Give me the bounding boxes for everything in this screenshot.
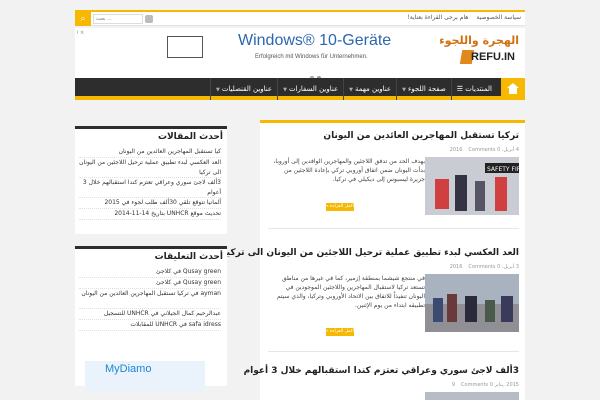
nav-label: عناوين السفارات xyxy=(288,85,339,93)
read-more-button[interactable]: أكمل القراءة » xyxy=(326,203,354,211)
recent-comments-widget: أحدث التعليقات Qusay green في كلاجئ Qusa… xyxy=(75,246,227,391)
recent-posts-widget: أحدث المقالات كيا تستقبل المهاجرين العائ… xyxy=(75,126,227,234)
chevron-down-icon: ▼ xyxy=(215,87,220,93)
post-comments[interactable]: Comments 0 xyxy=(468,147,500,153)
recent-comment-link[interactable]: Qusay green في كلاجئ xyxy=(79,278,221,289)
recent-comment-link[interactable]: safa idress في UNHCR للمقابلات xyxy=(79,320,221,331)
posts-column: تركيا تستقبل المهاجرين العائدين من اليون… xyxy=(223,120,525,400)
sidebar-ad[interactable]: MyDiamo xyxy=(85,361,205,391)
main-nav: المنتديات ☰ صفحة اللجوء▼ عناوين مهمة▼ عن… xyxy=(75,78,525,100)
post-thumbnail[interactable] xyxy=(425,392,519,400)
post-meta: 4 أبريل، 2016Comments 0 xyxy=(444,147,519,153)
ad-subtitle: Erfolgreich mit Windows für Unternehmen. xyxy=(255,54,368,60)
post-comments[interactable]: Comments 0 xyxy=(468,264,500,270)
widget-title: أحدث التعليقات xyxy=(154,252,223,262)
post-title[interactable]: العد العكسي لبدء تطبيق عملية ترحيل اللاج… xyxy=(223,248,519,258)
important-link[interactable]: هام يرجى القراءة بعناية! xyxy=(407,14,468,21)
nav-label: عناوين مهمة xyxy=(355,85,392,93)
sidebar-ad-text: MyDiamo xyxy=(105,363,152,375)
ad-choices-icon[interactable]: i × xyxy=(77,30,84,36)
recent-comment-link[interactable]: Qusay green في كلاجئ xyxy=(79,267,221,278)
top-bar: ⌕ سياسة الخصوصية هام يرجى القراءة بعناية… xyxy=(75,10,525,26)
post-thumbnail[interactable] xyxy=(425,274,519,332)
chevron-down-icon: ▼ xyxy=(283,87,287,93)
ad-image[interactable] xyxy=(167,36,203,58)
post-title[interactable]: تركيا تستقبل المهاجرين العائدين من اليون… xyxy=(323,131,519,141)
nav-forums[interactable]: المنتديات ☰ xyxy=(450,78,497,100)
logo-latin-text: REFU.IN xyxy=(471,51,515,63)
nav-consulates[interactable]: عناوين القنصليات▼ xyxy=(209,78,277,100)
post-item: العد العكسي لبدء تطبيق عملية ترحيل اللاج… xyxy=(223,248,519,343)
post-thumbnail[interactable]: SAFETY FIRST xyxy=(425,157,519,215)
nav-label: عناوين القنصليات xyxy=(221,85,273,93)
post-excerpt: بهدف الحد من تدفق اللاجئين والمهاجرين ال… xyxy=(273,158,425,183)
search-input[interactable] xyxy=(93,14,143,24)
post-excerpt: في منتجع شيشما بمنطقة إزمير، كما في غيره… xyxy=(276,275,425,309)
site-header: i × Windows® 10-Geräte Erfolgreich mit W… xyxy=(75,28,525,80)
rss-icon[interactable] xyxy=(145,15,153,23)
nav-label: المنتديات xyxy=(465,85,492,93)
svg-text:SAFETY FIRST: SAFETY FIRST xyxy=(487,166,519,173)
chevron-down-icon: ▼ xyxy=(349,87,354,93)
ad-title[interactable]: Windows® 10-Geräte xyxy=(238,32,391,50)
search-button[interactable]: ⌕ xyxy=(75,12,91,26)
nav-asylum-page[interactable]: صفحة اللجوء▼ xyxy=(396,78,451,100)
home-button[interactable] xyxy=(501,78,525,100)
nav-label: صفحة اللجوء xyxy=(407,85,446,93)
post-meta: 3 أبريل، 2016Comments 0 xyxy=(444,264,519,270)
nav-important-addresses[interactable]: عناوين مهمة▼ xyxy=(343,78,396,100)
post-item: 3ألف لاجئ سوري وعراقي تعتزم كندا استقبال… xyxy=(244,366,519,400)
nav-embassies[interactable]: عناوين السفارات▼ xyxy=(277,78,343,100)
recent-post-link[interactable]: العد العكسي لبدء تطبيق عملية ترحيل اللاج… xyxy=(79,158,221,178)
search-icon: ⌕ xyxy=(80,14,86,24)
post-meta: 2015 ,يناير 9Comments 0 xyxy=(446,382,519,388)
recent-post-link[interactable]: كيا تستقبل المهاجرين العائدين من اليونان xyxy=(79,147,221,158)
post-title[interactable]: 3ألف لاجئ سوري وعراقي تعتزم كندا استقبال… xyxy=(244,366,519,376)
top-links: سياسة الخصوصية هام يرجى القراءة بعناية! xyxy=(401,14,521,21)
widget-title: أحدث المقالات xyxy=(157,132,223,142)
logo-arabic-text: الهجرة واللجوء xyxy=(439,34,519,47)
post-item: تركيا تستقبل المهاجرين العائدين من اليون… xyxy=(268,131,519,221)
recent-comment-link[interactable]: ayman في تركيا تستقبل المهاجرين العائدين… xyxy=(79,289,221,309)
privacy-link[interactable]: سياسة الخصوصية xyxy=(476,14,521,21)
post-comments[interactable]: Comments 0 xyxy=(461,382,493,388)
recent-post-link[interactable]: ألمانيا تتوقع تلقي 30ألف طلب لجوء في 201… xyxy=(79,198,221,209)
site-logo[interactable]: الهجرة واللجوء REFU.IN xyxy=(439,34,519,72)
chevron-down-icon: ▼ xyxy=(402,87,406,93)
recent-post-link[interactable]: تحديث موقع UNHCR بتاريخ 14-11-2014 xyxy=(79,209,221,220)
recent-comment-link[interactable]: عبدالرحيم كمال الجيلاني في UNHCR للتسجيل xyxy=(79,309,221,320)
read-more-button[interactable]: أكمل القراءة » xyxy=(326,328,354,336)
recent-post-link[interactable]: 3ألف لاجئ سوري وعراقي تعتزم كندا استقبال… xyxy=(79,178,221,198)
